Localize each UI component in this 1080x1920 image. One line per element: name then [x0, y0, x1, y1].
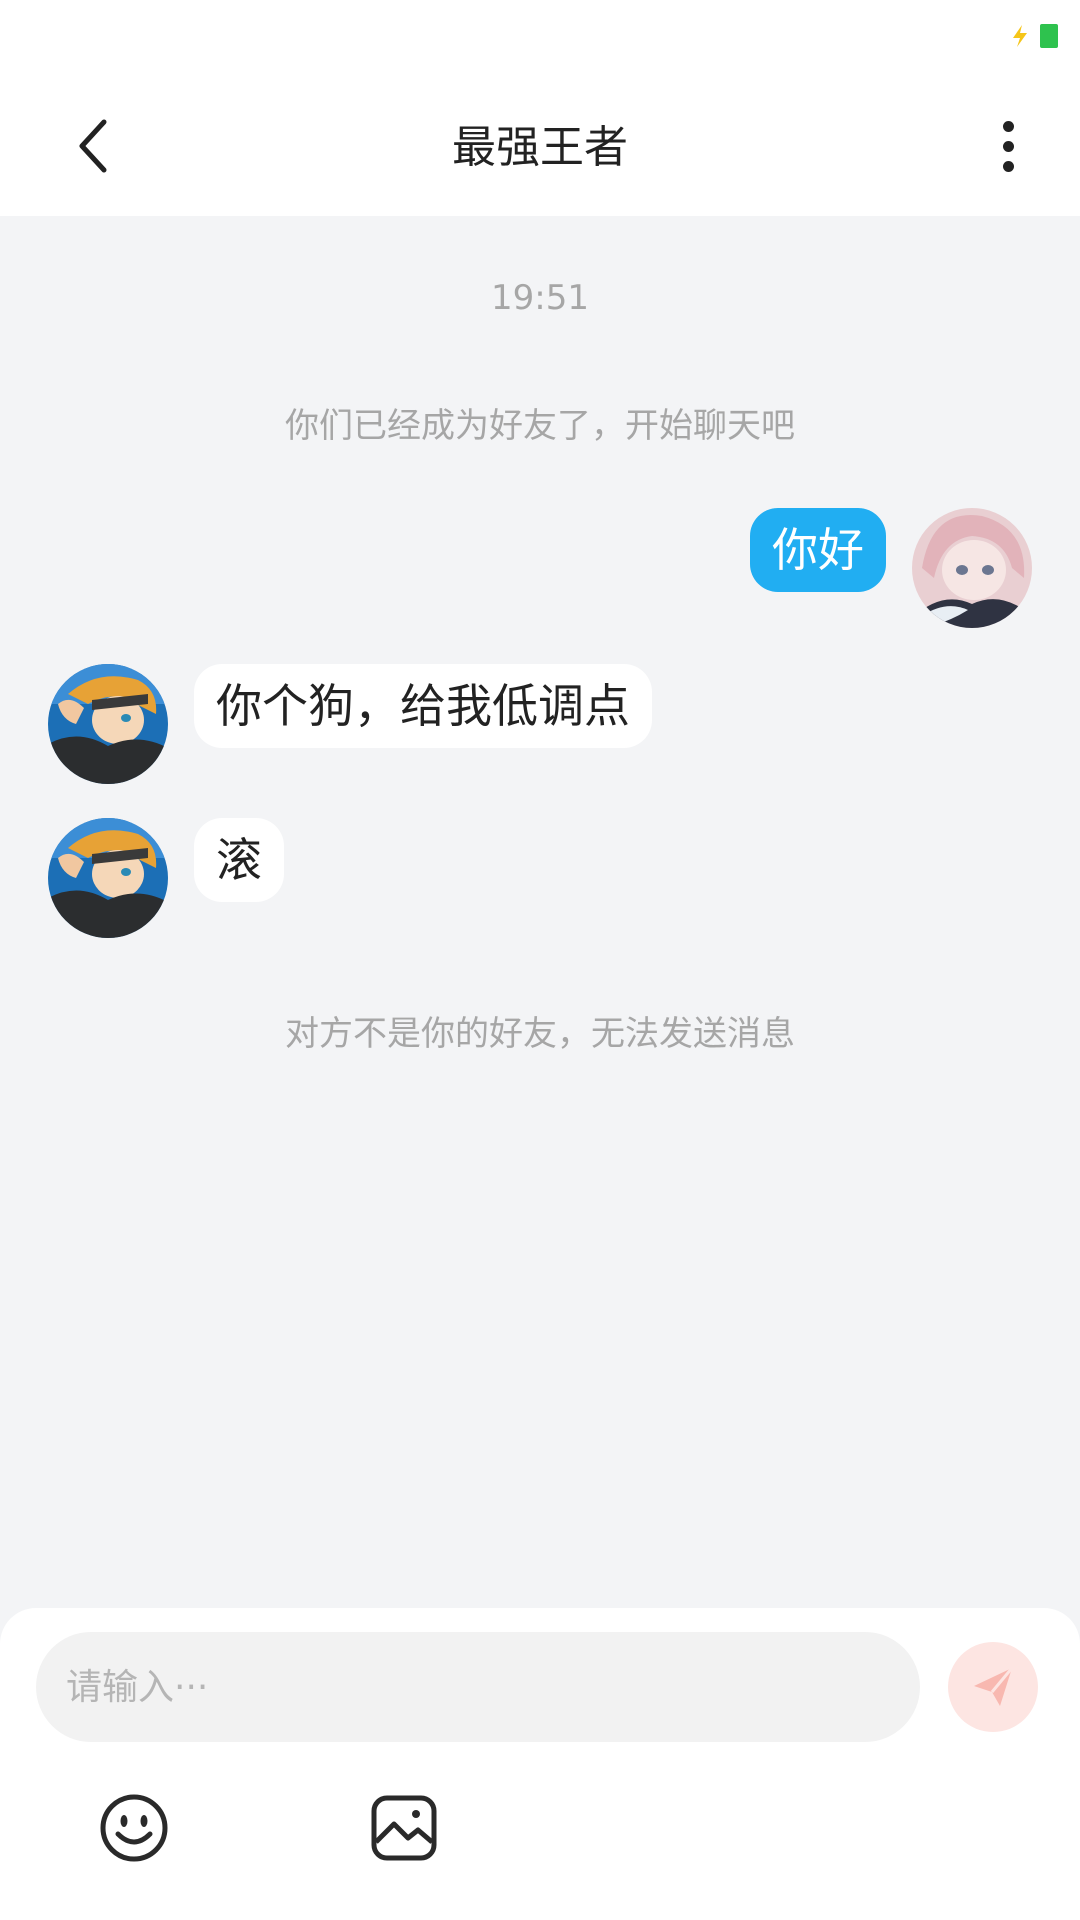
incoming-message-bubble[interactable]: 滚	[194, 818, 284, 902]
composer-panel	[0, 1608, 1080, 1920]
not-friend-notice: 对方不是你的好友，无法发送消息	[285, 1014, 795, 1054]
more-vertical-icon-dot	[1002, 160, 1014, 172]
my-avatar[interactable]	[912, 508, 1032, 628]
my-avatar-image	[912, 508, 1032, 628]
charging-icon	[1013, 25, 1027, 47]
contact-avatar[interactable]	[48, 664, 168, 784]
chat-header: 最强王者	[0, 76, 1080, 216]
chat-title: 最强王者	[452, 122, 628, 173]
emoji-button[interactable]	[98, 1792, 170, 1864]
message-timestamp: 19:51	[491, 278, 589, 318]
emoji-icon	[100, 1794, 168, 1862]
contact-avatar-image	[48, 664, 168, 784]
outgoing-message-bubble[interactable]: 你好	[750, 508, 886, 592]
image-icon	[371, 1795, 437, 1861]
chat-screen: 最强王者 19:51 你们已经成为好友了，开始聊天吧 你好 你个狗，给我低调点 …	[0, 0, 1080, 1920]
more-vertical-icon-dot	[1002, 140, 1014, 152]
more-options-button[interactable]	[976, 114, 1040, 178]
send-button[interactable]	[948, 1642, 1038, 1732]
image-button[interactable]	[368, 1792, 440, 1864]
status-bar	[0, 0, 1080, 76]
paper-plane-icon	[974, 1667, 1014, 1706]
friend-added-notice: 你们已经成为好友了，开始聊天吧	[285, 406, 795, 446]
battery-icon	[1040, 24, 1058, 48]
contact-avatar-image	[48, 818, 168, 938]
more-vertical-icon	[1002, 120, 1014, 132]
message-input[interactable]	[36, 1632, 920, 1742]
incoming-message-bubble[interactable]: 你个狗，给我低调点	[194, 664, 652, 748]
contact-avatar[interactable]	[48, 818, 168, 938]
